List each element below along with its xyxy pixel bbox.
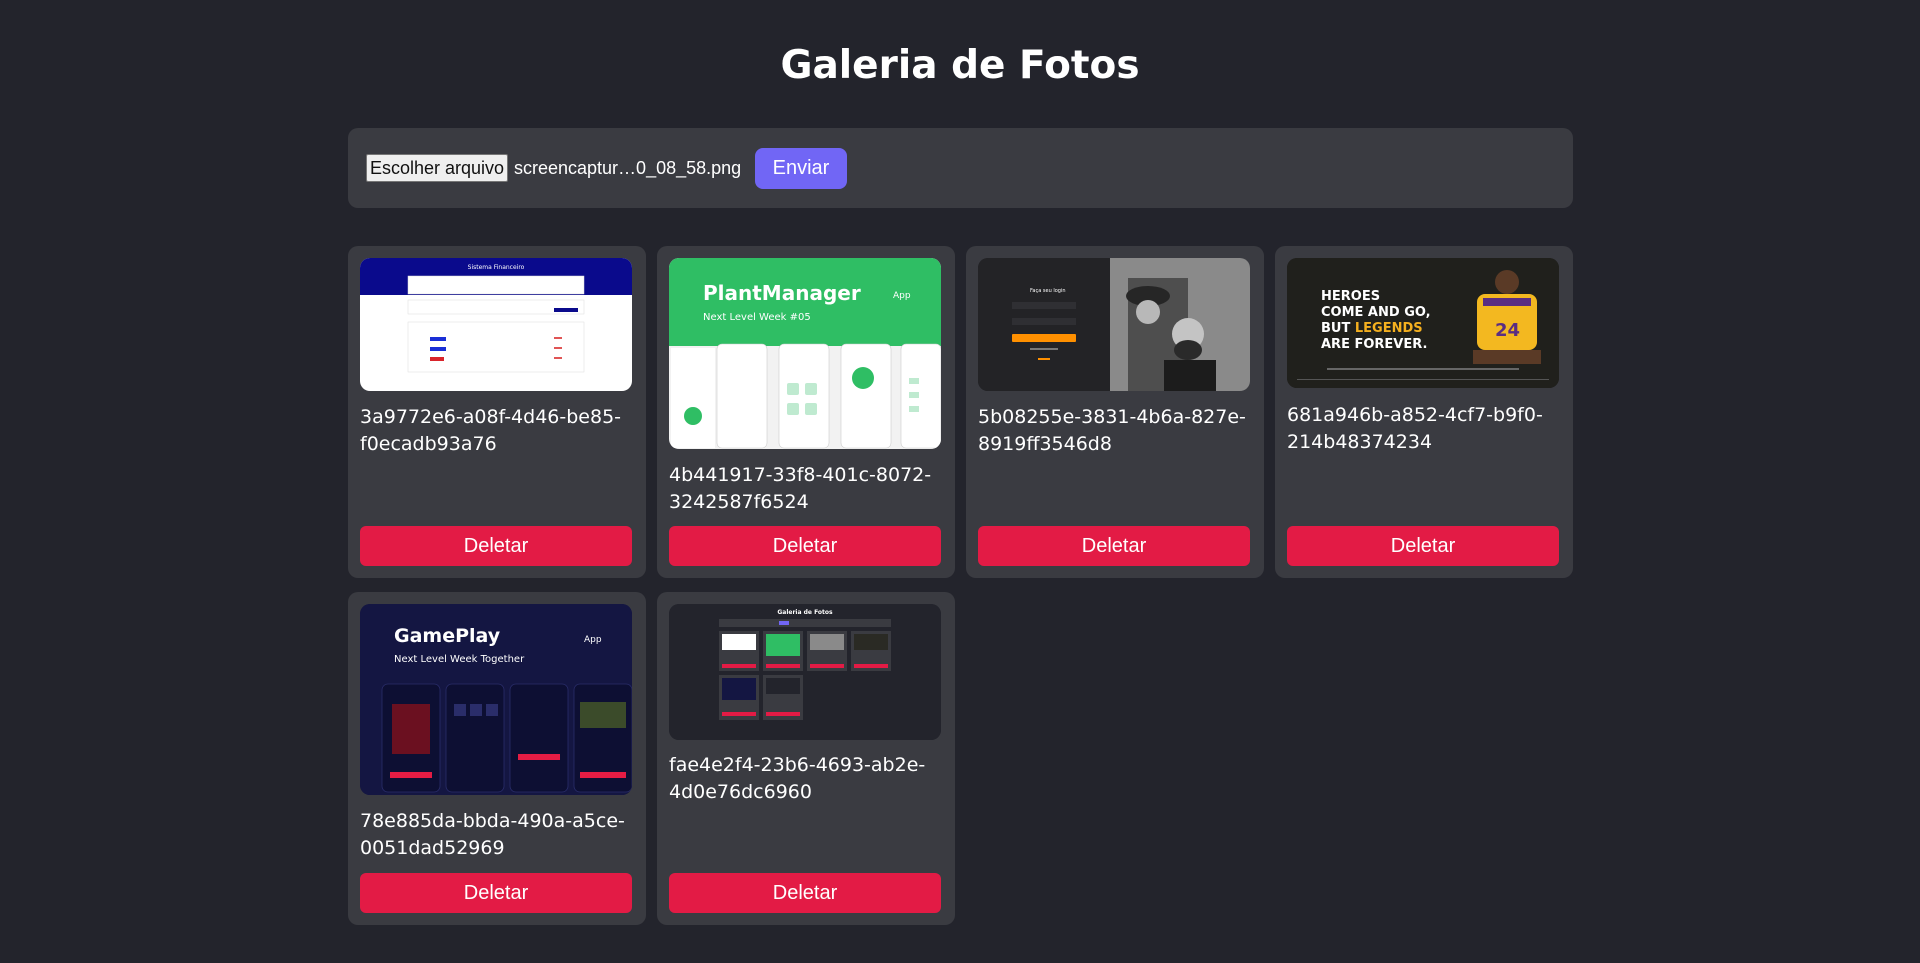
photo-id-line: fae4e2f4-23b6-4693-ab2e- <box>669 754 926 776</box>
photo-id-line: 3242587f6524 <box>669 491 809 513</box>
delete-button[interactable]: Deletar <box>978 526 1250 566</box>
thumb-caption: COME AND GO, <box>1321 305 1431 320</box>
photo-thumbnail: HEROES COME AND GO, BUT LEGENDS ARE FORE… <box>1287 258 1559 388</box>
photo-id: fae4e2f4-23b6-4693-ab2e- 4d0e76dc6960 <box>669 752 941 806</box>
delete-button[interactable]: Deletar <box>1287 526 1559 566</box>
photo-id-line: 4d0e76dc6960 <box>669 781 812 803</box>
thumb-subcaption: Next Level Week #05 <box>703 312 811 323</box>
page-title: Galeria de Fotos <box>780 43 1140 88</box>
thumb-caption: GamePlay <box>394 625 501 647</box>
photo-id-line: 78e885da-bbda-490a-a5ce- <box>360 810 625 832</box>
thumb-caption: Galeria de Fotos <box>777 609 833 616</box>
delete-button[interactable]: Deletar <box>360 526 632 566</box>
choose-file-button[interactable]: Escolher arquivo <box>366 154 508 182</box>
thumb-badge: App <box>584 635 602 645</box>
delete-button[interactable]: Deletar <box>669 526 941 566</box>
submit-upload-button[interactable]: Enviar <box>755 148 847 189</box>
photo-id-line: f0ecadb93a76 <box>360 433 497 455</box>
photo-id: 78e885da-bbda-490a-a5ce- 0051dad52969 <box>360 808 632 862</box>
photo-id-line: 4b441917-33f8-401c-8072- <box>669 464 932 486</box>
photo-thumbnail: Sistema Financeiro <box>360 258 632 391</box>
photo-thumbnail: Faça seu login <box>978 258 1250 391</box>
thumb-caption: Sistema Financeiro <box>468 264 525 271</box>
photo-card: Sistema Financeiro 3a9772e6-a08f-4d46-be… <box>348 246 646 578</box>
thumb-caption: PlantManager <box>703 281 861 305</box>
photo-card: GamePlay Next Level Week Together App 78… <box>348 592 646 925</box>
thumb-caption: ARE FOREVER. <box>1321 337 1427 352</box>
thumb-jersey-number: 24 <box>1495 320 1520 341</box>
photo-id-line: 681a946b-a852-4cf7-b9f0- <box>1287 404 1543 426</box>
photo-id-line: 214b48374234 <box>1287 431 1433 453</box>
photo-card: Faça seu login 5b08255e-3831-4b6a-827e- … <box>966 246 1264 578</box>
photo-thumbnail: PlantManager Next Level Week #05 App <box>669 258 941 449</box>
thumb-caption: Faça seu login <box>1030 288 1066 294</box>
upload-form: Escolher arquivo screencaptur…0_08_58.pn… <box>348 128 1573 208</box>
thumb-badge: App <box>893 291 911 301</box>
photo-id: 4b441917-33f8-401c-8072- 3242587f6524 <box>669 462 941 516</box>
photo-card: PlantManager Next Level Week #05 App 4b4… <box>657 246 955 578</box>
photo-card: Galeria de Fotos fae4e2f4-23b6-4693-ab2e… <box>657 592 955 925</box>
thumb-caption: BUT LEGENDS <box>1321 321 1423 336</box>
photo-id-line: 5b08255e-3831-4b6a-827e- <box>978 406 1246 428</box>
photo-id-line: 8919ff3546d8 <box>978 433 1112 455</box>
photo-thumbnail: GamePlay Next Level Week Together App <box>360 604 632 795</box>
thumb-subcaption: Next Level Week Together <box>394 654 525 665</box>
photo-card: HEROES COME AND GO, BUT LEGENDS ARE FORE… <box>1275 246 1573 578</box>
photo-id: 5b08255e-3831-4b6a-827e- 8919ff3546d8 <box>978 404 1250 458</box>
photo-id-line: 0051dad52969 <box>360 837 505 859</box>
photo-id: 3a9772e6-a08f-4d46-be85- f0ecadb93a76 <box>360 404 632 458</box>
photo-id: 681a946b-a852-4cf7-b9f0- 214b48374234 <box>1287 402 1559 456</box>
selected-file-name: screencaptur…0_08_58.png <box>514 158 742 178</box>
photo-id-line: 3a9772e6-a08f-4d46-be85- <box>360 406 622 428</box>
delete-button[interactable]: Deletar <box>360 873 632 913</box>
photo-thumbnail: Galeria de Fotos <box>669 604 941 740</box>
delete-button[interactable]: Deletar <box>669 873 941 913</box>
thumb-caption: HEROES <box>1321 289 1380 304</box>
